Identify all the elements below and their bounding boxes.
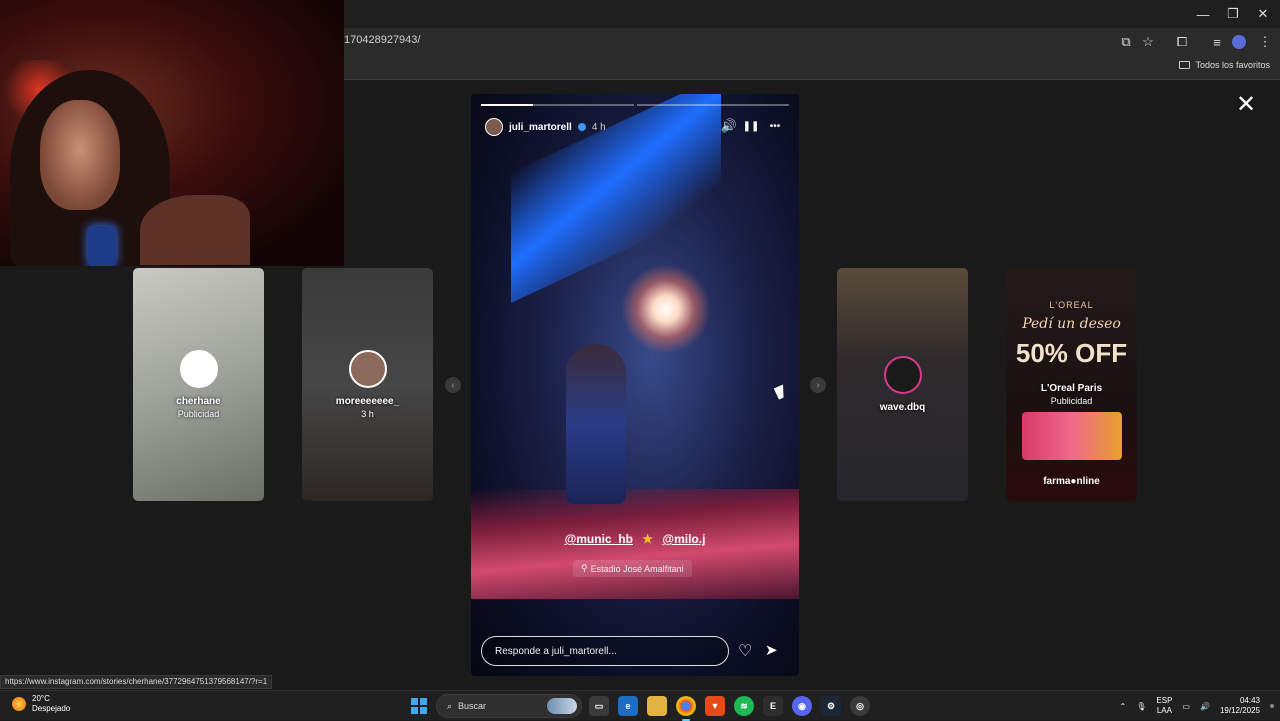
lang-top: ESP: [1156, 696, 1173, 705]
story-subtitle: 3 h: [361, 409, 374, 419]
location-label: Estadio José Amalfitani: [590, 563, 684, 574]
product-image: [1021, 411, 1122, 460]
url-field[interactable]: 170428927943/: [344, 34, 420, 46]
install-app-icon[interactable]: ⧉: [1117, 33, 1135, 51]
avatar: [883, 356, 922, 394]
ad-offer: 50% OFF: [1015, 337, 1128, 368]
search-icon: ⌕: [447, 700, 453, 711]
story-progress: [481, 104, 789, 106]
folder-icon: [1179, 61, 1191, 69]
media-control-icon[interactable]: ≡: [1208, 33, 1226, 51]
verified-badge-icon: [577, 123, 586, 131]
file-explorer-icon[interactable]: [647, 696, 667, 716]
performers-image: [566, 344, 626, 504]
cam-face: [40, 100, 120, 210]
side-story-cherhane[interactable]: cherhane Publicidad: [133, 268, 264, 501]
epic-games-icon[interactable]: E: [763, 696, 783, 716]
avatar: [348, 350, 387, 388]
story-subtitle: Publicidad: [177, 409, 220, 419]
taskbar: 20°C Despejado ⌕ Buscar ▭ e ▼ ≋ E ◉ ⚙ ◎ …: [0, 690, 1280, 721]
brand-logo: L'OREAL: [1049, 299, 1094, 310]
ad-sponsor-label: farma●nline: [1043, 476, 1100, 487]
all-bookmarks-label: Todos los favoritos: [1195, 60, 1270, 70]
app-icon[interactable]: ◎: [850, 696, 870, 716]
ad-headline: Pedí un deseo: [1022, 315, 1121, 332]
location-pin-icon: ⚲: [581, 563, 588, 573]
cam-cup: [88, 226, 116, 266]
edge-icon[interactable]: e: [618, 696, 638, 716]
story-mentions: @munic_hb ★ @milo.j: [471, 532, 799, 546]
story-username[interactable]: juli_martorell: [509, 122, 572, 133]
brave-icon[interactable]: ▼: [705, 696, 725, 716]
stage-pyro-flash: [621, 264, 711, 354]
cam-arm: [140, 195, 250, 265]
webcam-overlay: [0, 0, 344, 266]
weather-widget[interactable]: 20°C Despejado: [12, 694, 70, 714]
location-sticker[interactable]: ⚲ Estadio José Amalfitani: [573, 560, 692, 577]
clock-time: 04:43: [1239, 696, 1260, 705]
pause-icon[interactable]: ❚❚: [743, 118, 760, 134]
story-author: moreeeeeee_: [335, 396, 400, 407]
story-header: juli_martorell 4 h: [485, 118, 606, 136]
weather-text: 20°C Despejado: [32, 694, 70, 714]
steam-icon[interactable]: ⚙: [821, 696, 841, 716]
search-highlight-image: [547, 698, 577, 714]
story-subtitle: Publicidad: [1050, 395, 1093, 406]
all-bookmarks-folder[interactable]: Todos los favoritos: [1179, 60, 1270, 70]
discord-icon[interactable]: ◉: [792, 696, 812, 716]
progress-fill: [481, 104, 533, 106]
minimize-button[interactable]: —: [1186, 0, 1220, 28]
volume-icon[interactable]: 🔊: [1200, 702, 1210, 711]
side-story-loreal[interactable]: L'OREAL Pedí un deseo 50% OFF L'Oreal Pa…: [1006, 268, 1137, 501]
mute-icon[interactable]: 🔊: [721, 118, 737, 134]
more-options-icon[interactable]: •••: [767, 118, 783, 134]
windows-start-icon[interactable]: [411, 698, 427, 714]
notification-icon[interactable]: [1270, 704, 1274, 708]
restore-button[interactable]: ❐: [1216, 0, 1250, 28]
weather-temp: 20°C: [32, 694, 50, 703]
search-label: Buscar: [458, 701, 487, 711]
clock-date: 19/12/2025: [1219, 706, 1260, 715]
status-link-preview: https://www.instagram.com/stories/cherha…: [0, 675, 273, 689]
task-view-icon[interactable]: ▭: [589, 696, 609, 716]
progress-segment: [481, 104, 634, 106]
sun-icon: [12, 697, 26, 711]
close-viewer-icon[interactable]: ✕: [1234, 93, 1258, 118]
weather-desc: Despejado: [32, 704, 71, 713]
mention-link[interactable]: @munic_hb: [565, 532, 633, 546]
microphone-icon[interactable]: 🎙: [1136, 702, 1146, 711]
progress-segment: [636, 104, 789, 106]
reply-row: ♡ ➤: [481, 636, 791, 666]
chrome-icon[interactable]: [676, 696, 696, 721]
language-indicator[interactable]: ESP LAA: [1156, 696, 1172, 716]
bookmark-star-icon[interactable]: ☆: [1139, 33, 1157, 51]
spotify-icon[interactable]: ≋: [734, 696, 754, 716]
network-icon[interactable]: ▭: [1182, 702, 1190, 711]
system-tray: ⌃ 🎙 ESP LAA ▭ 🔊 04:43 19/12/2025: [1120, 694, 1274, 718]
main-story[interactable]: juli_martorell 4 h 🔊 ❚❚ ••• @munic_hb ★ …: [471, 94, 799, 676]
tray-overflow-icon[interactable]: ⌃: [1120, 702, 1127, 711]
lang-bottom: LAA: [1156, 706, 1172, 715]
heart-icon[interactable]: ♡: [738, 641, 752, 661]
story-author: L'Oreal Paris: [1040, 382, 1103, 394]
side-story-wave-dbq[interactable]: wave.dbq: [837, 268, 968, 501]
previous-story-button[interactable]: ‹: [445, 377, 461, 393]
taskbar-search[interactable]: ⌕ Buscar: [436, 694, 582, 718]
story-author: cherhane: [176, 396, 221, 407]
mention-link[interactable]: @milo.j: [662, 532, 705, 546]
send-icon[interactable]: ➤: [765, 641, 778, 659]
star-icon: ★: [642, 532, 654, 546]
profile-avatar-icon[interactable]: [1232, 35, 1246, 49]
clock[interactable]: 04:43 19/12/2025: [1220, 696, 1260, 716]
story-author: wave.dbq: [879, 402, 926, 413]
menu-kebab-icon[interactable]: ⋮: [1256, 33, 1274, 51]
side-story-moreeeeeee[interactable]: moreeeeeee_ 3 h: [302, 268, 433, 501]
avatar[interactable]: [485, 118, 503, 136]
story-time: 4 h: [591, 121, 606, 133]
next-story-button[interactable]: ›: [810, 377, 826, 393]
avatar: [179, 350, 218, 388]
extensions-icon[interactable]: ⧠: [1173, 33, 1191, 51]
reply-input[interactable]: [481, 636, 729, 666]
close-window-button[interactable]: ✕: [1246, 0, 1280, 28]
